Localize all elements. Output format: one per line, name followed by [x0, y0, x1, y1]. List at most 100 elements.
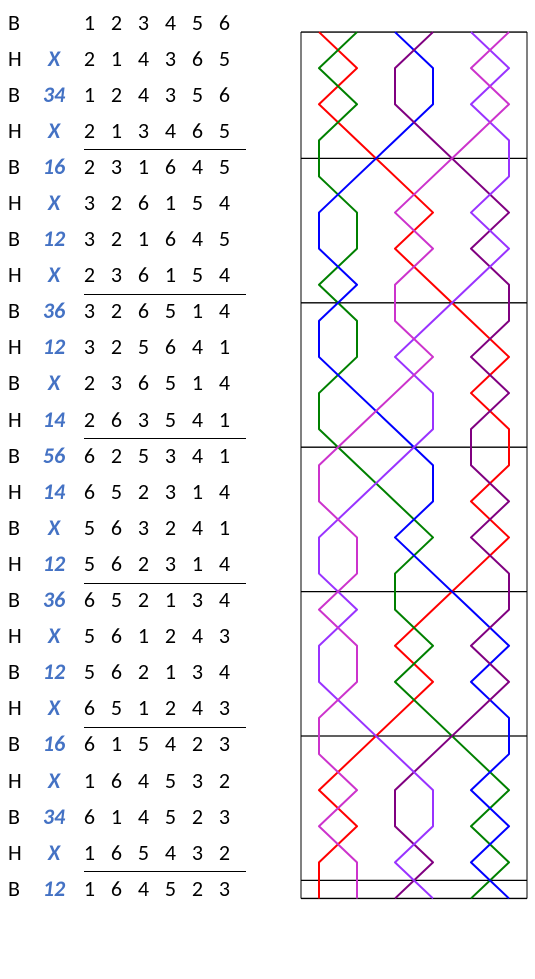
- bell-path-6: [319, 32, 509, 898]
- table-row: HX651243: [8, 690, 238, 726]
- bell-cell: 1: [103, 117, 130, 144]
- stroke-label: H: [8, 767, 32, 794]
- bell-cell: 6: [103, 406, 130, 433]
- stroke-label: B: [8, 369, 32, 396]
- bell-cell: 5: [130, 333, 157, 360]
- bell-cell: 3: [184, 839, 211, 866]
- stroke-label: B: [8, 803, 32, 830]
- bell-cell: 1: [184, 297, 211, 324]
- stroke-label: H: [8, 694, 32, 721]
- bell-cell: 2: [76, 369, 103, 396]
- bell-cell: 3: [103, 153, 130, 180]
- bell-cell: 2: [76, 261, 103, 288]
- bell-cell: 2: [103, 189, 130, 216]
- method-table: B123456HX214365B34124356HX213465B1623164…: [8, 4, 238, 906]
- bell-cell: 5: [103, 694, 130, 721]
- table-row: H12325641: [8, 329, 238, 365]
- bell-cell: 6: [211, 9, 238, 36]
- bell-cell: 6: [103, 839, 130, 866]
- bell-cell: 6: [76, 478, 103, 505]
- bell-cell: 4: [184, 694, 211, 721]
- call-code: X: [32, 839, 76, 866]
- call-code: X: [32, 189, 76, 216]
- bell-path-1: [319, 32, 509, 898]
- bell-cell: 1: [157, 586, 184, 613]
- lead-separator: [84, 294, 246, 295]
- bell-cell: 2: [157, 622, 184, 649]
- stroke-label: B: [8, 586, 32, 613]
- table-row: B12164523: [8, 870, 238, 906]
- bell-cell: 3: [130, 406, 157, 433]
- call-code: X: [32, 514, 76, 541]
- bell-cell: 1: [103, 730, 130, 757]
- call-code: X: [32, 369, 76, 396]
- bell-cell: 1: [76, 81, 103, 108]
- bell-path-4: [395, 32, 509, 898]
- call-code: 12: [32, 550, 76, 577]
- bell-cell: 2: [103, 9, 130, 36]
- bell-cell: 6: [130, 297, 157, 324]
- bell-cell: 2: [130, 586, 157, 613]
- bell-cell: 2: [103, 225, 130, 252]
- bell-cell: 2: [103, 442, 130, 469]
- stroke-label: H: [8, 333, 32, 360]
- bell-path-5: [319, 32, 509, 898]
- bell-cell: 6: [130, 189, 157, 216]
- bell-cell: 1: [76, 767, 103, 794]
- bell-cell: 5: [211, 45, 238, 72]
- table-row: B16231645: [8, 148, 238, 184]
- stroke-label: H: [8, 839, 32, 866]
- bell-cell: 6: [76, 442, 103, 469]
- bell-cell: 1: [130, 622, 157, 649]
- bell-cell: 4: [184, 406, 211, 433]
- call-code: 16: [32, 730, 76, 757]
- bell-cell: 2: [130, 658, 157, 685]
- bell-cell: 5: [211, 225, 238, 252]
- bell-path-2: [319, 32, 509, 898]
- stroke-label: H: [8, 261, 32, 288]
- bell-cell: 5: [157, 803, 184, 830]
- call-code: 34: [32, 803, 76, 830]
- bell-cell: 6: [76, 803, 103, 830]
- bell-cell: 4: [184, 333, 211, 360]
- table-row: H12562314: [8, 545, 238, 581]
- bell-cell: 2: [211, 767, 238, 794]
- stroke-label: B: [8, 514, 32, 541]
- call-code: 14: [32, 478, 76, 505]
- bell-cell: 4: [130, 803, 157, 830]
- bell-cell: 4: [157, 730, 184, 757]
- bell-cell: 5: [76, 514, 103, 541]
- bell-cell: 2: [103, 297, 130, 324]
- bell-cell: 4: [211, 369, 238, 396]
- bell-cell: 3: [130, 514, 157, 541]
- stroke-label: H: [8, 478, 32, 505]
- bell-cell: 5: [211, 153, 238, 180]
- stroke-label: H: [8, 117, 32, 144]
- stroke-label: H: [8, 189, 32, 216]
- bell-cell: 3: [76, 189, 103, 216]
- bell-cell: 3: [211, 875, 238, 902]
- bell-cell: 6: [103, 550, 130, 577]
- bell-cell: 5: [211, 117, 238, 144]
- lead-separator: [84, 727, 246, 728]
- stroke-label: B: [8, 153, 32, 180]
- bell-cell: 1: [211, 406, 238, 433]
- bell-cell: 1: [130, 225, 157, 252]
- bell-cell: 6: [130, 261, 157, 288]
- bell-cell: 5: [157, 875, 184, 902]
- table-row: B34124356: [8, 76, 238, 112]
- call-code: X: [32, 767, 76, 794]
- bell-cell: 5: [157, 406, 184, 433]
- bell-cell: 3: [211, 730, 238, 757]
- bell-cell: 3: [211, 622, 238, 649]
- bell-cell: 2: [76, 153, 103, 180]
- call-code: 56: [32, 442, 76, 469]
- table-row: H14263541: [8, 401, 238, 437]
- bell-cell: 4: [211, 478, 238, 505]
- bell-cell: 6: [184, 45, 211, 72]
- stroke-label: B: [8, 297, 32, 324]
- bell-cell: 6: [103, 622, 130, 649]
- table-row: B123456: [8, 4, 238, 40]
- bell-cell: 6: [76, 694, 103, 721]
- bell-cell: 6: [157, 333, 184, 360]
